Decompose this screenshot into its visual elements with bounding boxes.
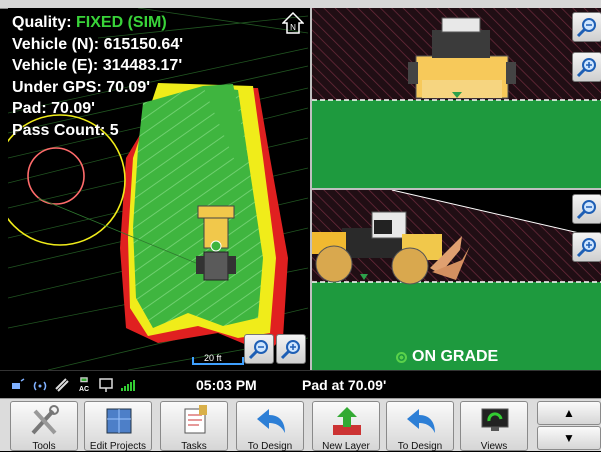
- zoom-out-icon: [248, 340, 268, 360]
- edit-projects-icon: [106, 408, 132, 434]
- edit-projects-button[interactable]: Edit Projects: [84, 401, 152, 452]
- to-design-button-2[interactable]: To Design: [386, 401, 454, 452]
- views-icon: [481, 408, 509, 431]
- back-arrow-icon: [407, 409, 435, 433]
- new-layer-button[interactable]: New Layer: [312, 401, 380, 452]
- views-label: Views: [480, 441, 508, 452]
- rear-zoom-in-button[interactable]: [572, 52, 601, 82]
- gps-receiver-icon[interactable]: [10, 377, 26, 393]
- side-profile-view[interactable]: ON GRADE: [312, 190, 601, 370]
- zoom-out-icon: [576, 18, 596, 38]
- scroll-down-button[interactable]: ▼: [537, 426, 601, 450]
- pad-elevation: Pad: 70.09': [12, 100, 95, 117]
- on-grade-indicator: ON GRADE: [396, 348, 498, 366]
- radio-signal-icon[interactable]: [32, 377, 48, 393]
- back-arrow-icon: [257, 409, 285, 433]
- quality-label: Quality:: [12, 14, 72, 31]
- north-arrow-icon[interactable]: N: [281, 11, 305, 34]
- pad-status: Pad at 70.09': [302, 377, 387, 393]
- tools-button[interactable]: Tools: [10, 401, 78, 452]
- side-zoom-in-button[interactable]: [572, 232, 601, 262]
- svg-text:N: N: [290, 23, 296, 32]
- to-design-label-1: To Design: [247, 441, 293, 452]
- under-gps: Under GPS: 70.09': [12, 78, 151, 96]
- views-button[interactable]: Views: [460, 401, 528, 452]
- quality-value: FIXED (SIM): [76, 14, 167, 31]
- rear-zoom-out-button[interactable]: [572, 12, 601, 42]
- pass-count: Pass Count: 5: [12, 121, 119, 139]
- edit-projects-label: Edit Projects: [89, 441, 147, 452]
- side-zoom-out-button[interactable]: [572, 194, 601, 224]
- tools-label: Tools: [32, 441, 56, 452]
- rear-profile-graphic: [312, 8, 601, 188]
- vehicle-north: Vehicle (N): 615150.64': [12, 35, 184, 53]
- tasks-icon: [184, 405, 207, 434]
- scale-label: 20 ft: [204, 353, 222, 363]
- tasks-label: Tasks: [181, 441, 207, 452]
- scroll-up-button[interactable]: ▲: [537, 401, 601, 425]
- network-icon[interactable]: [98, 377, 114, 393]
- to-design-button-1[interactable]: To Design: [236, 401, 304, 452]
- to-design-label-2: To Design: [397, 441, 443, 452]
- bottom-toolbar: Tools Edit Projects Tasks To Design New …: [0, 398, 601, 452]
- zoom-in-icon: [280, 340, 300, 360]
- clock-time: 05:03 PM: [196, 377, 257, 393]
- plan-view[interactable]: Quality: FIXED (SIM) Vehicle (N): 615150…: [8, 8, 310, 370]
- zoom-in-icon: [576, 58, 596, 78]
- tasks-button[interactable]: Tasks: [160, 401, 228, 452]
- satellite-icon[interactable]: [54, 377, 70, 393]
- on-grade-icon: [396, 351, 407, 363]
- status-readout: Quality: FIXED (SIM) Vehicle (N): 615150…: [12, 12, 183, 141]
- zoom-in-button[interactable]: [276, 334, 306, 364]
- status-bar: AC 05:03 PM Pad at 70.09': [0, 370, 601, 399]
- on-grade-label: ON GRADE: [412, 348, 499, 365]
- zoom-out-icon: [576, 200, 596, 220]
- rear-profile-view[interactable]: [312, 8, 601, 188]
- zoom-in-icon: [576, 238, 596, 258]
- power-ac-icon[interactable]: AC: [76, 376, 92, 393]
- tools-icon: [31, 405, 59, 435]
- side-profile-graphic: [312, 190, 601, 370]
- vehicle-east: Vehicle (E): 314483.17': [12, 57, 183, 74]
- new-layer-label: New Layer: [322, 441, 370, 452]
- new-layer-icon: [333, 407, 361, 435]
- zoom-out-button[interactable]: [244, 334, 274, 364]
- signal-strength-icon: [121, 379, 135, 391]
